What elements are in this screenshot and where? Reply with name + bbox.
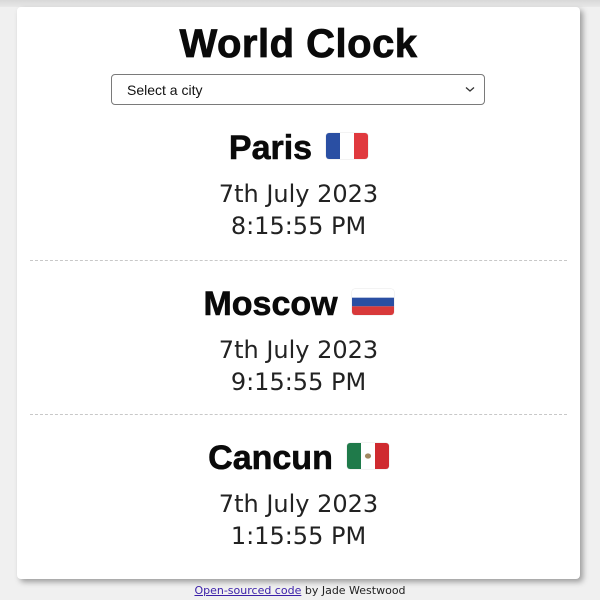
clock-paris: Paris 7th July 2023 8:15:55 PM xyxy=(17,128,580,242)
world-clock-card: World Clock Select a city Paris 7th July… xyxy=(17,7,580,579)
city-name-row: Cancun xyxy=(208,438,389,478)
flag-france-icon xyxy=(326,133,369,159)
clock-date: 7th July 2023 xyxy=(218,336,379,364)
source-code-link[interactable]: Open-sourced code xyxy=(194,584,301,597)
footer: Open-sourced code by Jade Westwood xyxy=(0,584,600,597)
clock-cancun: Cancun 7th July 2023 1:15:55 PM xyxy=(17,438,580,552)
chevron-down-icon xyxy=(465,87,475,92)
flag-russia-icon xyxy=(351,289,394,315)
divider xyxy=(30,414,567,415)
city-name: Cancun xyxy=(208,439,333,478)
city-name-row: Moscow xyxy=(203,284,394,324)
clock-date: 7th July 2023 xyxy=(218,490,379,518)
footer-byline: by Jade Westwood xyxy=(301,584,406,597)
city-select[interactable]: Select a city xyxy=(111,74,485,105)
city-name: Paris xyxy=(228,129,313,168)
city-name: Moscow xyxy=(203,285,338,324)
flag-mexico-icon xyxy=(346,443,389,469)
clock-time: 9:15:55 PM xyxy=(230,368,367,396)
city-select-value: Select a city xyxy=(127,82,203,98)
clock-time: 8:15:55 PM xyxy=(230,212,367,240)
city-name-row: Paris xyxy=(228,128,369,168)
divider xyxy=(30,260,567,261)
clock-date: 7th July 2023 xyxy=(218,180,379,208)
page-title: World Clock xyxy=(179,22,418,67)
clock-moscow: Moscow 7th July 2023 9:15:55 PM xyxy=(17,284,580,398)
clock-time: 1:15:55 PM xyxy=(230,522,367,550)
browser-top-edge xyxy=(0,0,600,7)
